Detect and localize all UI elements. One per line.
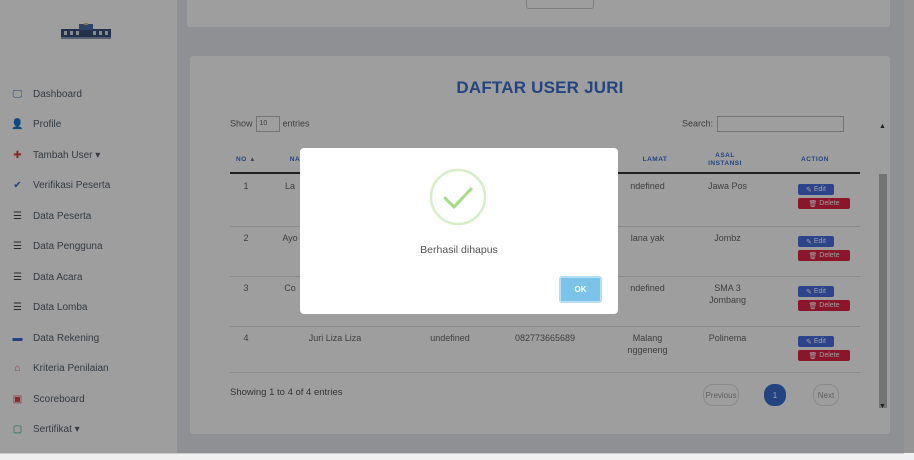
modal-message: Berhasil dihapus [420,244,498,256]
success-check-icon [429,168,487,226]
alert-modal: Berhasil dihapus OK [300,148,618,314]
ok-button[interactable]: OK [559,276,602,303]
